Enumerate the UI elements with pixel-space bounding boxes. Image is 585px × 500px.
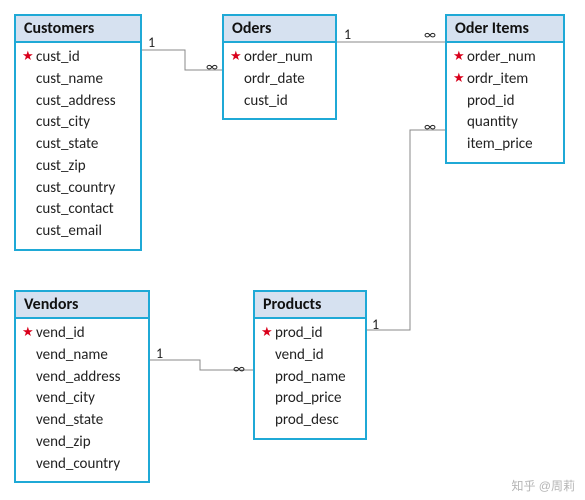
field-name: order_num [467, 47, 536, 69]
field-name: vend_country [36, 454, 120, 476]
field-name: cust_name [36, 69, 103, 91]
field-name: cust_id [244, 91, 288, 113]
field-row: vend_name [22, 345, 142, 367]
field-row: ★cust_id [22, 47, 134, 69]
field-row: cust_id [230, 91, 329, 113]
entity-customers: Customers ★cust_id cust_name cust_addres… [14, 14, 142, 251]
field-name: prod_name [275, 367, 346, 389]
entity-products-body: ★prod_id vend_id prod_name prod_price pr… [255, 319, 365, 438]
field-name: cust_address [36, 91, 116, 113]
field-row: cust_name [22, 69, 134, 91]
field-name: ordr_item [467, 69, 528, 91]
field-name: cust_state [36, 134, 98, 156]
field-row: ★vend_id [22, 323, 142, 345]
field-name: cust_contact [36, 199, 114, 221]
field-row: vend_id [261, 345, 359, 367]
field-name: vend_address [36, 367, 121, 389]
field-row: cust_state [22, 134, 134, 156]
field-name: vend_id [275, 345, 324, 367]
field-name: prod_price [275, 388, 342, 410]
card-orderitems-many-b: ∞ [424, 118, 436, 135]
pk-star-icon: ★ [22, 324, 36, 343]
field-row: vend_zip [22, 432, 142, 454]
entity-orders-title: Oders [224, 16, 335, 43]
field-row: prod_name [261, 367, 359, 389]
card-orderitems-many-a: ∞ [424, 26, 436, 43]
field-name: vend_state [36, 410, 103, 432]
card-products-many: ∞ [233, 360, 245, 377]
field-row: cust_address [22, 91, 134, 113]
field-name: prod_id [275, 323, 322, 345]
field-name: cust_id [36, 47, 80, 69]
entity-customers-title: Customers [16, 16, 140, 43]
entity-orders: Oders ★order_num ordr_date cust_id [222, 14, 337, 120]
field-row: cust_city [22, 112, 134, 134]
field-row: prod_id [453, 91, 557, 113]
entity-orders-body: ★order_num ordr_date cust_id [224, 43, 335, 118]
entity-order-items: Oder Items ★order_num ★ordr_item prod_id… [445, 14, 565, 164]
pk-star-icon: ★ [453, 70, 467, 89]
card-vendors-one: 1 [156, 345, 163, 362]
card-orders-many: ∞ [206, 58, 218, 75]
watermark-text: 知乎 @周莉 [511, 477, 575, 494]
field-name: ordr_date [244, 69, 305, 91]
field-name: cust_email [36, 221, 102, 243]
field-name: vend_city [36, 388, 95, 410]
entity-customers-body: ★cust_id cust_name cust_address cust_cit… [16, 43, 140, 249]
field-name: vend_id [36, 323, 85, 345]
field-row: cust_country [22, 178, 134, 200]
field-name: prod_desc [275, 410, 339, 432]
field-name: cust_zip [36, 156, 86, 178]
field-row: quantity [453, 112, 557, 134]
card-customers-one: 1 [148, 34, 155, 51]
field-name: vend_name [36, 345, 108, 367]
entity-order-items-title: Oder Items [447, 16, 563, 43]
erd-canvas: 1 ∞ 1 ∞ 1 ∞ 1 ∞ Customers ★cust_id cust_… [0, 0, 585, 500]
field-name: prod_id [467, 91, 514, 113]
field-row: cust_email [22, 221, 134, 243]
field-row: vend_country [22, 454, 142, 476]
field-row: ★order_num [453, 47, 557, 69]
field-row: ★ordr_item [453, 69, 557, 91]
field-row: ★order_num [230, 47, 329, 69]
pk-star-icon: ★ [261, 324, 275, 343]
field-row: vend_state [22, 410, 142, 432]
field-row: prod_desc [261, 410, 359, 432]
entity-vendors: Vendors ★vend_id vend_name vend_address … [14, 290, 150, 483]
pk-star-icon: ★ [230, 48, 244, 67]
field-row: ★prod_id [261, 323, 359, 345]
field-name: vend_zip [36, 432, 91, 454]
pk-star-icon: ★ [453, 48, 467, 67]
entity-vendors-body: ★vend_id vend_name vend_address vend_cit… [16, 319, 148, 481]
field-name: cust_city [36, 112, 90, 134]
pk-star-icon: ★ [22, 48, 36, 67]
field-row: cust_zip [22, 156, 134, 178]
field-row: vend_city [22, 388, 142, 410]
field-row: vend_address [22, 367, 142, 389]
entity-products-title: Products [255, 292, 365, 319]
field-row: cust_contact [22, 199, 134, 221]
field-name: item_price [467, 134, 533, 156]
field-name: order_num [244, 47, 313, 69]
entity-products: Products ★prod_id vend_id prod_name prod… [253, 290, 367, 440]
card-orders-one: 1 [344, 26, 351, 43]
field-row: ordr_date [230, 69, 329, 91]
field-name: quantity [467, 112, 518, 134]
field-row: prod_price [261, 388, 359, 410]
field-name: cust_country [36, 178, 115, 200]
entity-order-items-body: ★order_num ★ordr_item prod_id quantity i… [447, 43, 563, 162]
card-products-one: 1 [372, 316, 379, 333]
entity-vendors-title: Vendors [16, 292, 148, 319]
field-row: item_price [453, 134, 557, 156]
